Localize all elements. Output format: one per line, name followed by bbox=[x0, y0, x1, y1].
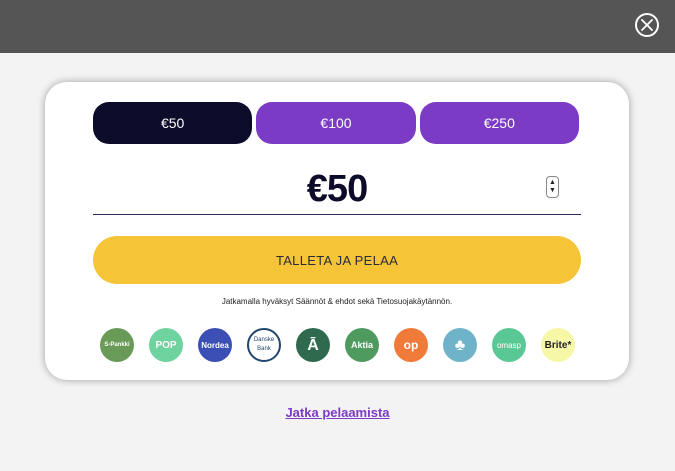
bank-logos: S-Pankki POP Nordea Danske Bank Ā Aktia … bbox=[100, 328, 580, 362]
bank-s-pankki[interactable]: S-Pankki bbox=[100, 328, 134, 362]
amount-options: €50 €100 €250 bbox=[93, 102, 579, 144]
amount-input[interactable]: €50 ▲ ▼ bbox=[93, 168, 581, 215]
bank-omasp[interactable]: omasp bbox=[492, 328, 526, 362]
amount-stepper[interactable]: ▲ ▼ bbox=[546, 176, 559, 198]
amount-option-100[interactable]: €100 bbox=[256, 102, 416, 144]
terms-text: Jatkamalla hyväksyt Säännöt & ehdot sekä… bbox=[221, 297, 453, 306]
amount-value[interactable]: €50 bbox=[93, 168, 581, 211]
chevron-up-icon[interactable]: ▲ bbox=[549, 179, 556, 187]
deposit-and-play-button[interactable]: TALLETA JA PELAA bbox=[93, 236, 581, 284]
chevron-down-icon[interactable]: ▼ bbox=[549, 187, 556, 195]
top-bar bbox=[0, 0, 675, 53]
amount-option-50[interactable]: €50 bbox=[93, 102, 253, 144]
bank-aktia[interactable]: Aktia bbox=[345, 328, 379, 362]
bank-danske-bank[interactable]: Danske Bank bbox=[247, 328, 281, 362]
continue-playing-container: Jatka pelaamista bbox=[0, 404, 675, 422]
close-icon[interactable] bbox=[635, 13, 659, 37]
bank-brite[interactable]: Brite* bbox=[541, 328, 575, 362]
deposit-card: €50 €100 €250 €50 ▲ ▼ TALLETA JA PELAA J… bbox=[45, 82, 629, 380]
bank-op[interactable]: op bbox=[394, 328, 428, 362]
bank-alandsbanken[interactable]: Ā bbox=[296, 328, 330, 362]
bank-nordea[interactable]: Nordea bbox=[198, 328, 232, 362]
bank-pop[interactable]: POP bbox=[149, 328, 183, 362]
continue-playing-link[interactable]: Jatka pelaamista bbox=[285, 405, 389, 420]
amount-option-250[interactable]: €250 bbox=[419, 102, 579, 144]
bank-saastopankki[interactable]: ♣ bbox=[443, 328, 477, 362]
